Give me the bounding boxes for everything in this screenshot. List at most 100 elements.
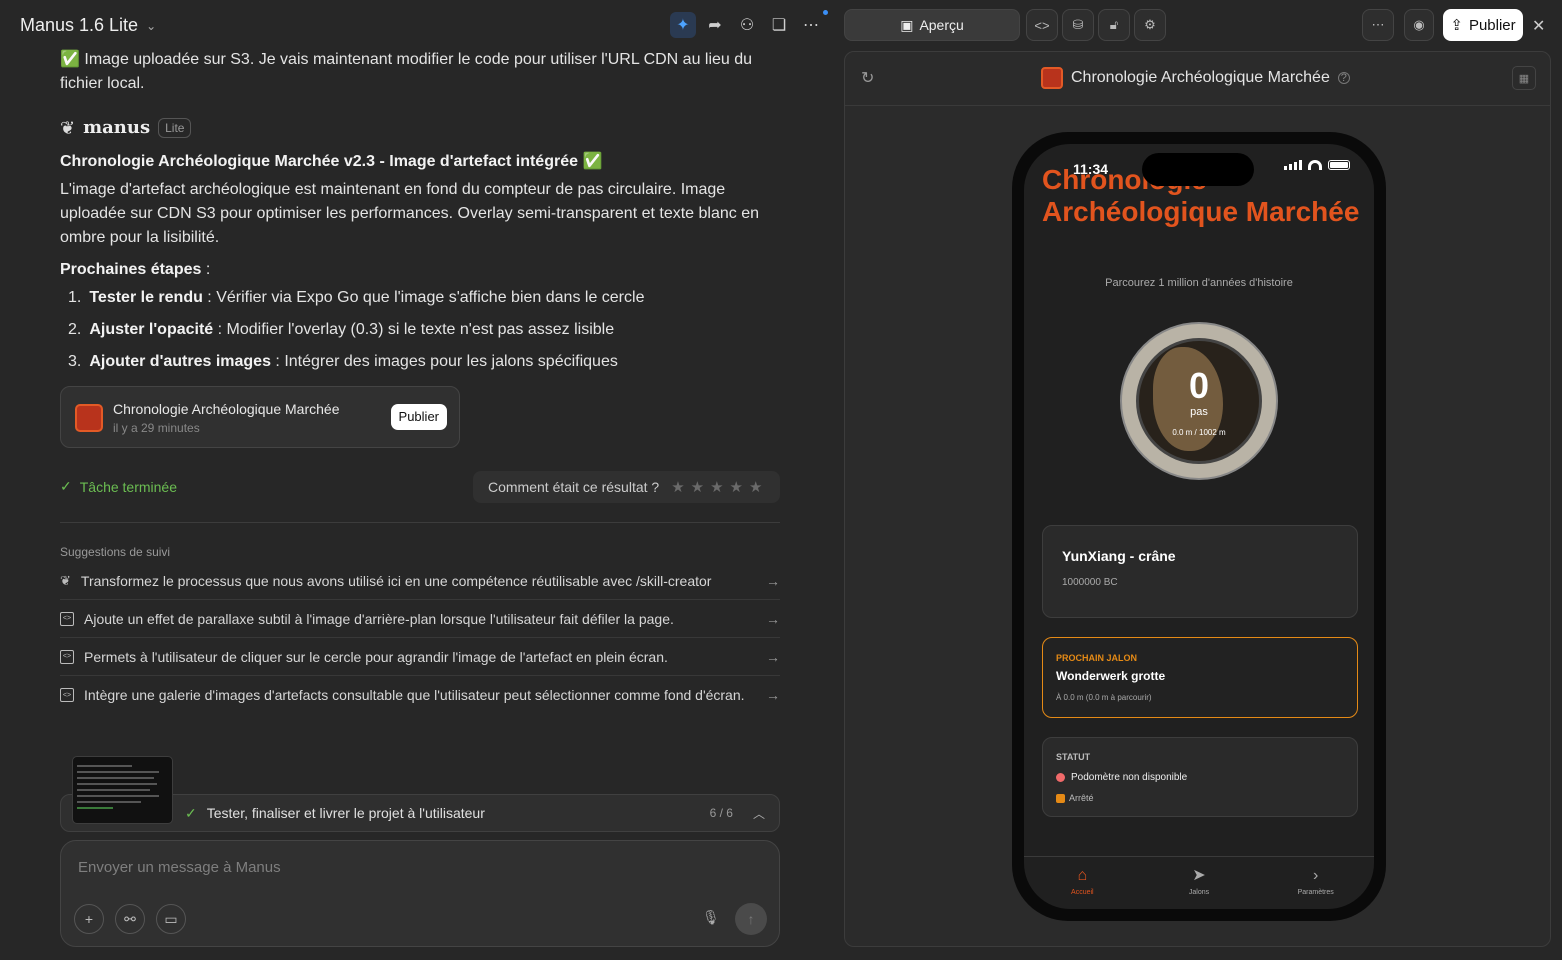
lock-icon[interactable]: 🔓︎ bbox=[1098, 9, 1130, 41]
more-icon[interactable]: ⋯ bbox=[798, 10, 828, 38]
list-item: 1. Tester le rendu : Vérifier via Expo G… bbox=[60, 286, 780, 310]
publish-top-button[interactable]: ⇪ Publier bbox=[1443, 9, 1523, 41]
status-state: Arrêté bbox=[1069, 793, 1094, 803]
preview-title: Chronologie Archéologique Marchée bbox=[1071, 69, 1330, 86]
sparkle-icon[interactable]: ✦ bbox=[670, 12, 696, 38]
app-logo-icon bbox=[75, 404, 103, 432]
terminal-thumbnail[interactable] bbox=[72, 756, 173, 824]
message-input[interactable]: Envoyer un message à Manus bbox=[78, 859, 281, 876]
github-icon[interactable]: ◉ bbox=[1404, 9, 1434, 41]
response-heading: Chronologie Archéologique Marchée v2.3 -… bbox=[60, 153, 603, 170]
help-icon[interactable]: ? bbox=[1337, 72, 1350, 84]
code-icon[interactable]: <> bbox=[1026, 9, 1058, 41]
chevron-down-icon: ⌄ bbox=[146, 18, 157, 33]
publish-top-label: Publier bbox=[1468, 16, 1516, 34]
star-icon[interactable]: ★ bbox=[749, 478, 762, 496]
wifi-icon bbox=[1308, 160, 1322, 170]
status-dot-icon bbox=[1056, 773, 1065, 782]
suggestion-text: Permets à l'utilisateur de cliquer sur l… bbox=[84, 648, 668, 665]
suggestion-item[interactable]: ❦ Transformez le processus que nous avon… bbox=[60, 562, 780, 600]
star-icon[interactable]: ★ bbox=[710, 478, 723, 496]
file-icon[interactable]: ❏ bbox=[766, 12, 792, 38]
more-icon[interactable]: ⋯ bbox=[1362, 9, 1394, 41]
status-label: STATUT bbox=[1056, 752, 1091, 762]
send-icon: ➤ bbox=[1192, 867, 1206, 884]
add-user-icon[interactable]: ⚇ bbox=[734, 12, 760, 38]
arrow-right-icon: → bbox=[766, 572, 780, 589]
task-count: 6 / 6 bbox=[709, 806, 733, 820]
code-icon: <> bbox=[60, 649, 74, 664]
project-card[interactable]: Chronologie Archéologique Marchée il y a… bbox=[60, 386, 460, 448]
rating-stars: ★ ★ ★ ★ ★ bbox=[671, 478, 762, 496]
step-title: Ajuster l'opacité bbox=[89, 321, 214, 338]
refresh-icon[interactable]: ↻ bbox=[861, 68, 874, 88]
tab-jalons[interactable]: ➤ Jalons bbox=[1141, 857, 1258, 909]
upload-icon: ⇪ bbox=[1450, 17, 1463, 34]
brand-badge: Lite bbox=[158, 118, 192, 138]
next-steps-label: Prochaines étapes bbox=[60, 261, 202, 278]
suggestion-text: Ajoute un effet de parallaxe subtil à l'… bbox=[84, 610, 674, 627]
task-done-label: Tâche terminée bbox=[79, 478, 178, 495]
suggestion-item[interactable]: <> Intègre une galerie d'images d'artefa… bbox=[60, 676, 780, 714]
model-name: Manus 1.6 Lite bbox=[20, 15, 139, 35]
assistant-brand: ❦ manus Lite bbox=[60, 116, 780, 140]
microphone-icon[interactable]: 🎙 bbox=[702, 909, 720, 926]
monitor-icon[interactable]: ▭ bbox=[156, 904, 186, 934]
database-icon[interactable]: ⛁ bbox=[1062, 9, 1094, 41]
message-composer[interactable]: Envoyer un message à Manus + ⚯ ▭ 🎙 ↑ bbox=[60, 840, 780, 947]
tab-preview[interactable]: ▣ Aperçu bbox=[844, 9, 1020, 41]
milestone-name: YunXiang - crâne bbox=[1062, 548, 1176, 564]
list-item: 3. Ajouter d'autres images : Intégrer de… bbox=[60, 350, 780, 374]
model-selector[interactable]: Manus 1.6 Lite ⌄ bbox=[20, 15, 156, 36]
step-text: : Vérifier via Expo Go que l'image s'aff… bbox=[202, 289, 645, 306]
tab-accueil[interactable]: ⌂ Accueil bbox=[1024, 857, 1141, 909]
status-icons bbox=[1284, 160, 1350, 170]
close-icon[interactable]: ✕ bbox=[1532, 16, 1545, 36]
publish-button[interactable]: Publier bbox=[390, 404, 447, 430]
dynamic-island bbox=[1142, 153, 1254, 186]
next-steps-colon: : bbox=[201, 261, 211, 278]
check-icon: ✓ bbox=[185, 804, 197, 821]
plus-icon[interactable]: + bbox=[74, 904, 104, 934]
rating-question: Comment était ce résultat ? bbox=[488, 479, 660, 495]
tab-parametres[interactable]: › Paramètres bbox=[1257, 857, 1374, 909]
preview-frame: ↻ Chronologie Archéologique Marchée ? ▦ … bbox=[844, 51, 1551, 947]
star-icon[interactable]: ★ bbox=[730, 478, 743, 496]
step-unit: pas bbox=[1190, 406, 1208, 418]
chat-topbar: Manus 1.6 Lite ⌄ ✦ ➦ ⚇ ❏ ⋯ bbox=[0, 0, 832, 50]
step-counter-circle[interactable]: 0 pas 0.0 m / 1002 m bbox=[1120, 322, 1278, 480]
suggestion-item[interactable]: <> Permets à l'utilisateur de cliquer su… bbox=[60, 638, 780, 676]
step-text: : Intégrer des images pour les jalons sp… bbox=[270, 353, 618, 370]
star-icon[interactable]: ★ bbox=[691, 478, 704, 496]
arrow-right-icon: → bbox=[766, 610, 780, 627]
send-button[interactable]: ↑ bbox=[735, 903, 767, 935]
phone-frame: 11:34 Chronologie Archéologique Marchée … bbox=[1012, 132, 1386, 921]
next-milestone-distance: À 0.0 m (0.0 m à parcourir) bbox=[1056, 693, 1152, 702]
chat-content: ✅ Image uploadée sur S3. Je vais mainten… bbox=[60, 48, 780, 448]
notification-dot bbox=[823, 10, 828, 15]
status-row: Podomètre non disponible bbox=[1056, 772, 1187, 783]
arrow-right-icon: → bbox=[766, 687, 780, 703]
preview-header: ↻ Chronologie Archéologique Marchée ? ▦ bbox=[845, 52, 1550, 106]
next-milestone-label: PROCHAIN JALON bbox=[1056, 653, 1138, 663]
chevron-up-icon[interactable]: ︿ bbox=[753, 805, 765, 822]
manus-logo-icon: ❦ bbox=[60, 118, 76, 138]
state-row: Arrêté bbox=[1056, 793, 1094, 803]
tab-label: Paramètres bbox=[1297, 889, 1334, 896]
qr-code-icon[interactable]: ▦ bbox=[1512, 66, 1536, 90]
arrow-right-icon: → bbox=[766, 648, 780, 665]
suggestion-item[interactable]: <> Ajoute un effet de parallaxe subtil à… bbox=[60, 600, 780, 638]
suggestions-heading: Suggestions de suivi bbox=[60, 545, 171, 559]
gear-icon[interactable]: ⚙ bbox=[1134, 9, 1166, 41]
star-icon[interactable]: ★ bbox=[671, 478, 684, 496]
code-icon: <> bbox=[60, 688, 74, 702]
status-value: Podomètre non disponible bbox=[1071, 772, 1188, 783]
chat-panel: Manus 1.6 Lite ⌄ ✦ ➦ ⚇ ❏ ⋯ ✅ Image uploa… bbox=[0, 0, 832, 960]
step-text: : Modifier l'overlay (0.3) si le texte n… bbox=[213, 321, 615, 338]
connectors-icon[interactable]: ⚯ bbox=[115, 904, 145, 934]
status-card: STATUT Podomètre non disponible Arrêté bbox=[1042, 737, 1358, 817]
chevron-right-icon: › bbox=[1313, 867, 1319, 884]
next-steps-heading: Prochaines étapes : bbox=[60, 258, 780, 282]
check-icon: ✓ bbox=[60, 478, 72, 494]
share-icon[interactable]: ➦ bbox=[702, 12, 728, 38]
